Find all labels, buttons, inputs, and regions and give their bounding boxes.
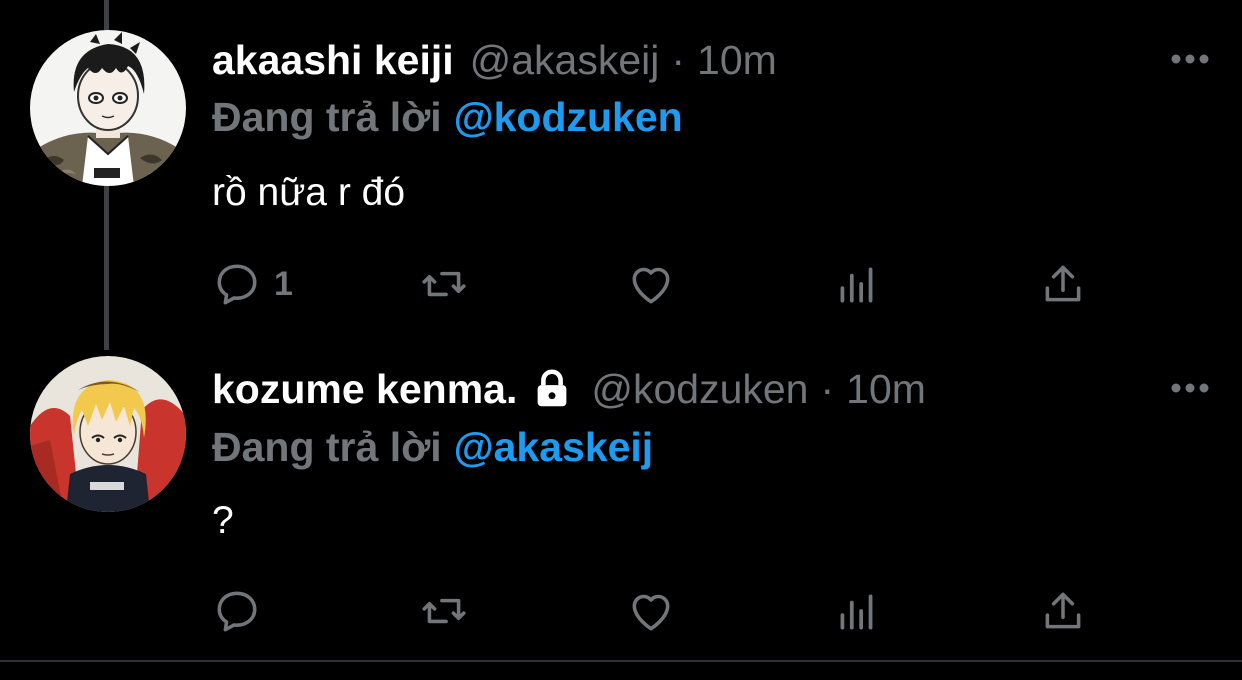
- tweet-header: akaashi keiji @akaskeij · 10m: [212, 35, 777, 85]
- more-icon[interactable]: [1168, 44, 1212, 74]
- separator-dot: ·: [820, 366, 835, 412]
- tweet-actions: 1: [212, 256, 1112, 312]
- stats-icon: [840, 594, 873, 630]
- divider: [0, 660, 1242, 662]
- akaashi-avatar: [30, 30, 186, 186]
- timestamp[interactable]: 10m: [846, 364, 926, 414]
- more-icon[interactable]: [1168, 373, 1212, 403]
- reply-button[interactable]: 1: [212, 256, 293, 312]
- share-button[interactable]: [1038, 256, 1088, 312]
- tweet[interactable]: kozume kenma. @kodzuken · 10m Đang trả l…: [0, 340, 1242, 660]
- reply-icon: [217, 591, 257, 632]
- reply-button[interactable]: [212, 583, 274, 639]
- retweet-button[interactable]: [419, 583, 469, 639]
- separator-dot: ·: [671, 37, 686, 83]
- share-button[interactable]: [1038, 583, 1088, 639]
- timestamp[interactable]: 10m: [697, 35, 777, 85]
- kenma-avatar: [30, 356, 186, 512]
- heart-icon: [632, 594, 670, 631]
- avatar[interactable]: [30, 356, 186, 512]
- reply-mention-link[interactable]: @akaskeij: [454, 424, 654, 470]
- tweet-header: kozume kenma. @kodzuken · 10m: [212, 364, 926, 414]
- display-name[interactable]: akaashi keiji: [212, 35, 454, 85]
- reply-count: 1: [274, 264, 293, 303]
- stats-button[interactable]: [832, 583, 882, 639]
- avatar[interactable]: [30, 30, 186, 186]
- reply-icon: [217, 264, 257, 305]
- replying-to: Đang trả lời @kodzuken: [212, 92, 683, 142]
- replying-to-label: Đang trả lời: [212, 94, 442, 140]
- share-icon: [1045, 265, 1081, 302]
- retweet-icon: [422, 598, 466, 624]
- lock-icon: [537, 369, 567, 407]
- like-button[interactable]: [626, 583, 676, 639]
- tweet-actions: [212, 583, 1112, 639]
- retweet-icon: [422, 271, 466, 297]
- like-button[interactable]: [626, 256, 676, 312]
- user-handle[interactable]: @kodzuken: [591, 364, 808, 414]
- tweet-text: rồ nữa r đó: [212, 171, 406, 214]
- stats-button[interactable]: [832, 256, 882, 312]
- replying-to: Đang trả lời @akaskeij: [212, 422, 653, 472]
- reply-mention-link[interactable]: @kodzuken: [454, 94, 683, 140]
- retweet-button[interactable]: [419, 256, 469, 312]
- user-handle[interactable]: @akaskeij: [470, 35, 660, 85]
- share-icon: [1045, 592, 1081, 629]
- tweet-text: ?: [212, 499, 234, 542]
- stats-icon: [840, 267, 873, 303]
- display-name[interactable]: kozume kenma.: [212, 364, 517, 414]
- replying-to-label: Đang trả lời: [212, 424, 442, 470]
- tweet[interactable]: akaashi keiji @akaskeij · 10m Đang trả l…: [0, 0, 1242, 335]
- heart-icon: [632, 267, 670, 304]
